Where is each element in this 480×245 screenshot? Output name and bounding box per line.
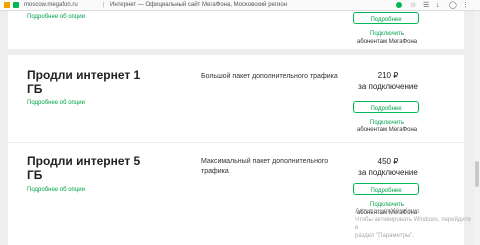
details-button[interactable]: Подробнее	[353, 183, 419, 195]
download-icon[interactable]: ↓	[436, 1, 440, 11]
card-title: Продли интернет 1 ГБ	[27, 68, 141, 96]
profile-icon[interactable]: ◯	[449, 1, 457, 11]
scrollbar-thumb[interactable]	[475, 161, 479, 187]
url-separator: |	[103, 2, 105, 8]
site-favicon	[13, 2, 19, 8]
page-scrollbar[interactable]	[474, 11, 480, 245]
details-button[interactable]: Подробнее	[353, 101, 419, 113]
address-url[interactable]: moscow.megafon.ru	[24, 0, 78, 10]
option-details-link[interactable]: Подробнее об опции	[27, 14, 85, 20]
extension-icon[interactable]	[396, 2, 402, 8]
subscribers-note: абонентам МегаФона	[356, 127, 418, 133]
bookmarks-list-icon[interactable]: ☰	[423, 1, 429, 11]
option-details-link[interactable]: Подробнее об опции	[27, 100, 85, 106]
card-price-unit: за подключение	[358, 168, 418, 177]
browser-bar: moscow.megafon.ru | Интернет — Официальн…	[0, 0, 480, 11]
option-details-link[interactable]: Подробнее об опции	[27, 187, 85, 193]
watermark-title: Активация Windows	[355, 208, 420, 215]
details-button[interactable]: Подробнее	[353, 12, 419, 24]
watermark-line2: раздел "Параметры".	[355, 233, 414, 239]
option-card: Подробнее об опции Подробнее Подключить …	[8, 11, 464, 49]
page-title: Интернет — Официальный сайт МегаФона, Мо…	[110, 2, 288, 8]
watermark-line1: Чтобы активировать Windows, перейдите в	[355, 217, 471, 231]
card-price-unit: за подключение	[358, 82, 418, 91]
card-description: Большой пакет дополнительного трафика	[201, 73, 338, 80]
card-description: Максимальный пакет дополнительного трафи…	[201, 158, 329, 175]
lock-icon	[4, 2, 10, 8]
menu-icon[interactable]: ⋮	[462, 1, 469, 11]
bookmark-icon[interactable]: ☆	[410, 1, 416, 11]
connect-link[interactable]: Подключить	[348, 30, 426, 38]
option-card-1gb: Продли интернет 1 ГБ Подробнее об опции …	[8, 55, 464, 142]
windows-activation-watermark: Активация Windows Чтобы активировать Win…	[355, 208, 473, 240]
card-title: Продли интернет 5 ГБ	[27, 154, 141, 182]
subscribers-note: абонентам МегаФона	[356, 39, 418, 45]
